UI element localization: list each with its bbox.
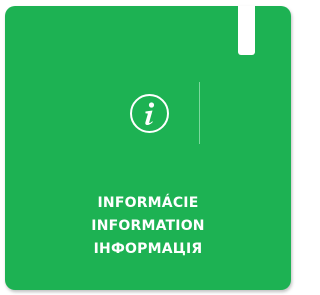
info-icon <box>130 94 169 133</box>
label-ukrainian: ІНФОРМАЦІЯ <box>93 241 203 257</box>
divider-line <box>199 82 200 144</box>
label-slovak: INFORMÁCIE <box>97 195 199 211</box>
label-english: INFORMATION <box>91 218 205 234</box>
sign-notch <box>238 6 255 55</box>
info-glyph <box>145 102 155 126</box>
sign-labels: INFORMÁCIE INFORMATION ІНФОРМАЦІЯ <box>5 192 291 261</box>
info-sign: INFORMÁCIE INFORMATION ІНФОРМАЦІЯ <box>5 6 291 290</box>
